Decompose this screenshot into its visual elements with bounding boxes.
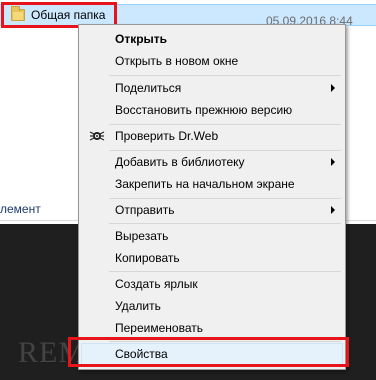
menu-item-add-library[interactable]: Добавить в библиотеку: [81, 151, 343, 173]
menu-item-label: Проверить Dr.Web: [115, 129, 219, 143]
menu-item-label: Вырезать: [115, 229, 169, 243]
sidebar-text-fragment: лемент: [0, 202, 41, 216]
menu-item-rename[interactable]: Переименовать: [81, 317, 343, 339]
menu-item-label: Поделиться: [115, 81, 182, 95]
menu-item-label: Копировать: [115, 251, 180, 265]
menu-item-share[interactable]: Поделиться: [81, 77, 343, 99]
folder-icon: [11, 6, 25, 21]
menu-item-send-to[interactable]: Отправить: [81, 199, 343, 221]
menu-item-label: Закрепить на начальном экране: [115, 177, 295, 191]
menu-item-create-shortcut[interactable]: Создать ярлык: [81, 273, 343, 295]
menu-item-open[interactable]: Открыть: [81, 28, 343, 50]
properties-highlight: [68, 337, 349, 367]
submenu-arrow-icon: [331, 158, 335, 166]
menu-item-label: Открыть в новом окне: [115, 54, 239, 68]
menu-separator: [109, 75, 341, 76]
menu-item-label: Открыть: [115, 32, 168, 46]
menu-item-label: Переименовать: [115, 321, 203, 335]
file-name: Общая папка: [31, 8, 106, 22]
menu-item-pin-start[interactable]: Закрепить на начальном экране: [81, 173, 343, 195]
menu-item-delete[interactable]: Удалить: [81, 295, 343, 317]
menu-item-check-drweb[interactable]: Проверить Dr.Web: [81, 125, 343, 147]
menu-item-open-new-window[interactable]: Открыть в новом окне: [81, 50, 343, 72]
context-menu: Открыть Открыть в новом окне Поделиться …: [78, 24, 346, 370]
menu-item-label: Восстановить прежнюю версию: [115, 103, 293, 117]
drweb-spider-icon: [89, 131, 105, 141]
menu-item-label: Удалить: [115, 299, 161, 313]
menu-item-label: Добавить в библиотеку: [115, 155, 245, 169]
menu-separator: [109, 223, 341, 224]
submenu-arrow-icon: [331, 84, 335, 92]
submenu-arrow-icon: [331, 206, 335, 214]
menu-item-copy[interactable]: Копировать: [81, 247, 343, 269]
menu-item-label: Отправить: [115, 203, 175, 217]
menu-item-label: Создать ярлык: [115, 277, 198, 291]
menu-item-cut[interactable]: Вырезать: [81, 225, 343, 247]
menu-separator: [109, 271, 341, 272]
menu-item-restore-previous[interactable]: Восстановить прежнюю версию: [81, 99, 343, 121]
